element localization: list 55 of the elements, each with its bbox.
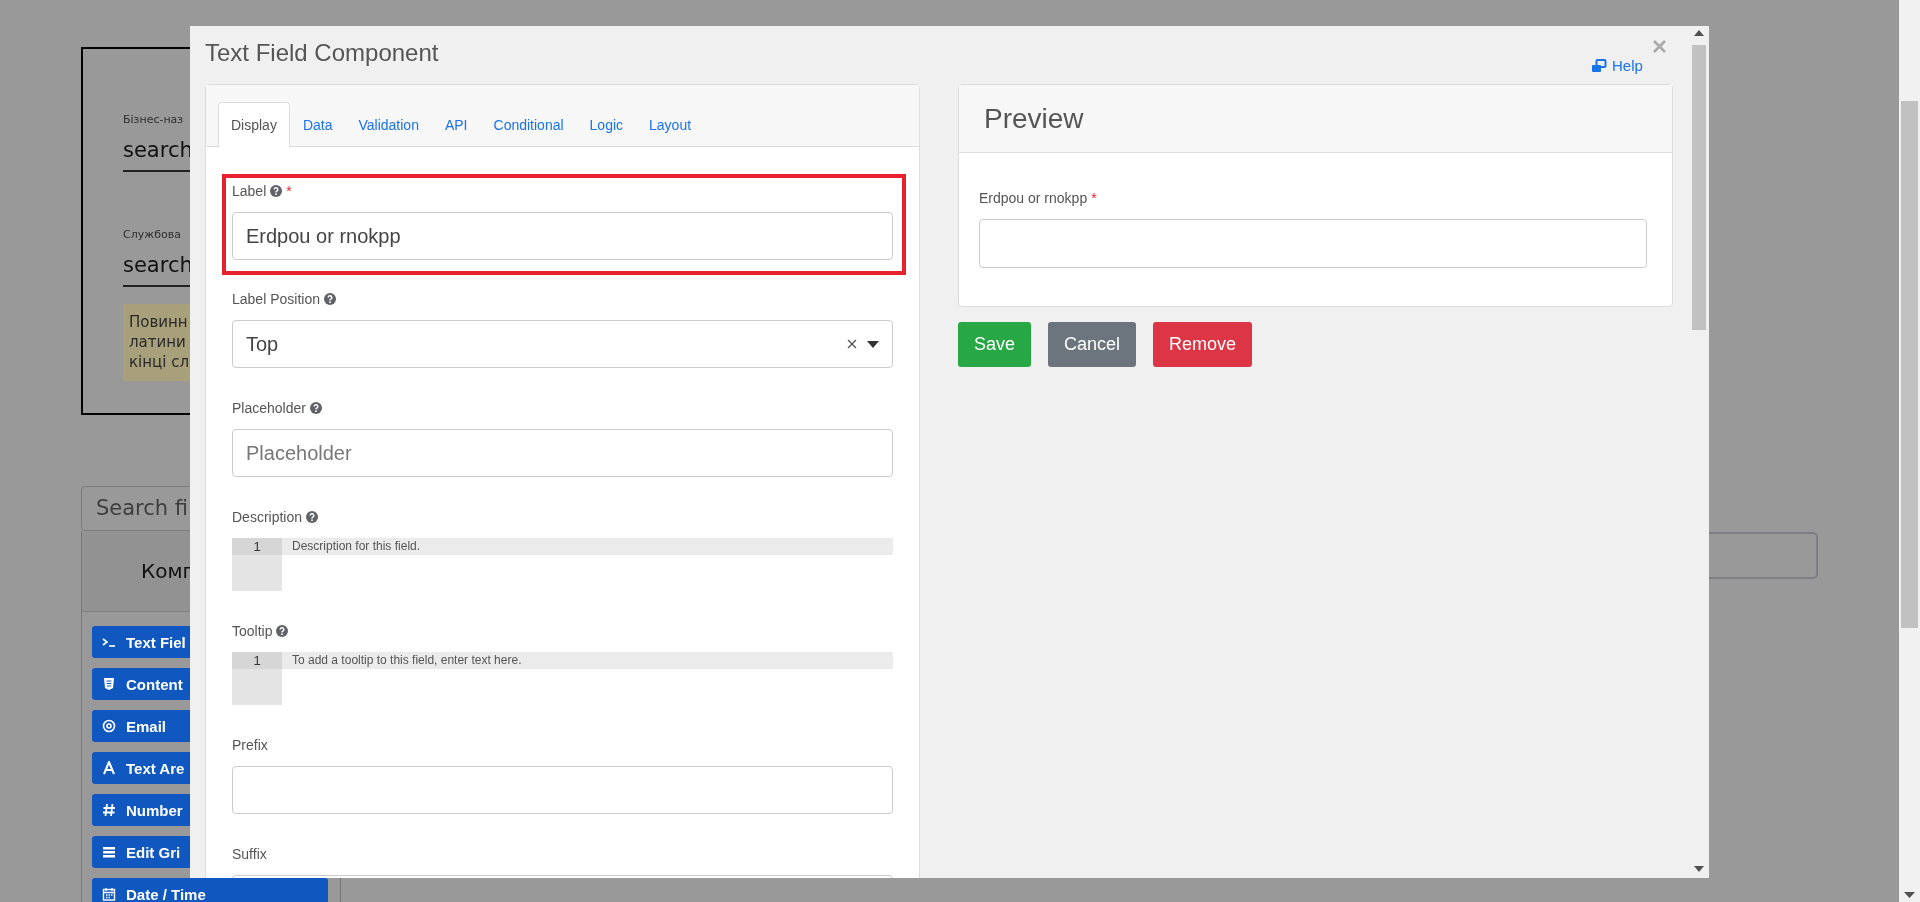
- field-label: Бізнес-наз: [123, 113, 184, 127]
- tab[interactable]: Display: [218, 102, 290, 147]
- help-icon: [276, 625, 289, 637]
- remove-button[interactable]: Remove: [1153, 322, 1253, 367]
- field-label: Службова: [123, 228, 181, 242]
- tab[interactable]: Validation: [345, 102, 432, 146]
- field-label: Erdpou or rnokpp: [979, 189, 1088, 208]
- required-mark: *: [1091, 190, 1097, 206]
- help-icon: [306, 511, 319, 523]
- cancel-button[interactable]: Cancel: [1048, 322, 1137, 367]
- code-editor[interactable]: 1 To add a tooltip to this field, enter text here.: [232, 652, 893, 705]
- letter-shape-icon: [102, 761, 116, 775]
- component-button[interactable]: Date / Time: [92, 878, 328, 902]
- scroll-up-icon[interactable]: [1694, 30, 1704, 36]
- windows-icon: [1591, 58, 1607, 73]
- field-label: Tooltip: [232, 622, 273, 641]
- text-input[interactable]: Erdpou or rnokpp: [232, 212, 893, 260]
- scroll-down-icon[interactable]: [1904, 892, 1915, 898]
- tab[interactable]: Data: [289, 102, 346, 146]
- field-label: Suffix: [232, 845, 267, 864]
- tab[interactable]: API: [431, 102, 481, 146]
- calendar-icon: [102, 887, 116, 901]
- help-link[interactable]: Help: [1591, 57, 1643, 74]
- field-label: Description: [232, 508, 303, 527]
- select-field[interactable]: Top: [232, 320, 893, 368]
- tab[interactable]: Conditional: [480, 102, 577, 146]
- hash-icon: [102, 803, 116, 817]
- field-label: Prefix: [232, 736, 268, 755]
- help-icon: [309, 402, 322, 414]
- field-label: Label: [232, 182, 267, 201]
- terminal-icon: [102, 635, 116, 649]
- scroll-down-icon[interactable]: [1694, 866, 1704, 872]
- text-input[interactable]: [979, 219, 1647, 268]
- scrollbar[interactable]: [1899, 0, 1920, 902]
- clear-icon[interactable]: [847, 339, 857, 349]
- help-icon: [323, 293, 336, 305]
- text-input[interactable]: Placeholder: [232, 429, 893, 477]
- field-label: Placeholder: [232, 399, 306, 418]
- caret-icon[interactable]: [867, 340, 879, 348]
- required-mark: *: [286, 183, 292, 199]
- modal-title: Text Field Component: [205, 39, 439, 66]
- tab[interactable]: Layout: [636, 102, 705, 146]
- close-icon[interactable]: [1653, 40, 1666, 53]
- code-editor[interactable]: 1 Description for this field.: [232, 538, 893, 591]
- editor-placeholder: To add a tooltip to this field, enter text here.: [282, 652, 893, 669]
- help-icon: [270, 185, 283, 197]
- tab[interactable]: Logic: [576, 102, 637, 146]
- text-input[interactable]: [232, 766, 893, 814]
- editor-placeholder: Description for this field.: [282, 538, 893, 555]
- list-icon: [102, 845, 116, 859]
- save-button[interactable]: Save: [958, 322, 1032, 367]
- line-number: 1: [232, 652, 282, 669]
- preview-title: Preview: [984, 102, 1084, 135]
- shield-icon: [102, 677, 116, 691]
- line-number: 1: [232, 538, 282, 555]
